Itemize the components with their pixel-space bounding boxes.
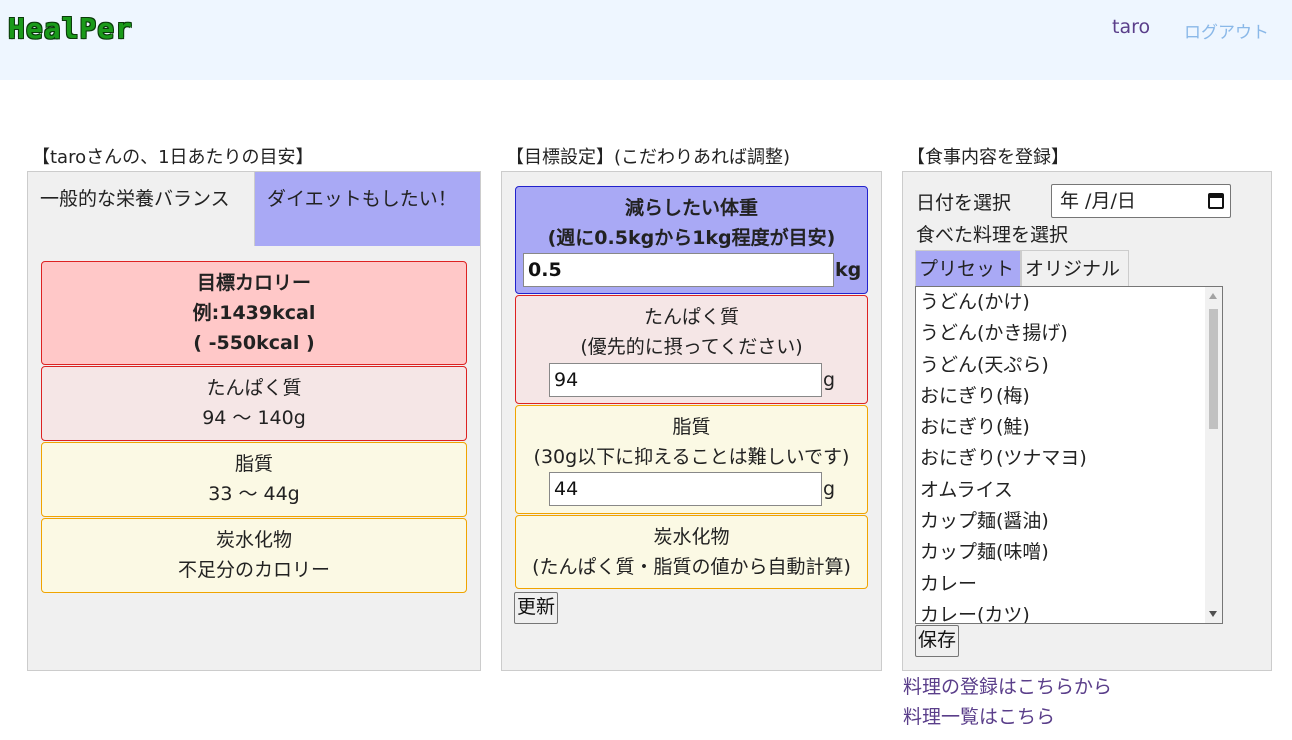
balance-tabs: 一般的な栄養バランス ダイエットもしたい！ — [28, 172, 480, 246]
fat-guide-title: 脂質 — [234, 453, 273, 475]
protein-goal-unit: g — [823, 369, 836, 391]
dish-list-scrollbar[interactable] — [1205, 287, 1222, 623]
app-logo[interactable]: HealPer — [8, 12, 133, 45]
save-button[interactable]: 保存 — [915, 625, 960, 657]
meal-register-panel: 日付を選択 年 /月/日 食べた料理を選択 プリセット オリジナル うどん(かけ… — [902, 171, 1272, 671]
date-label: 日付を選択 — [916, 192, 1012, 214]
fat-goal-note: (30g以下に抑えることは難しいです) — [533, 446, 850, 468]
logout-link[interactable]: ログアウト — [1184, 18, 1269, 43]
daily-guide-panel: 一般的な栄養バランス ダイエットもしたい！ 目標カロリー 例:1439kcal … — [27, 171, 481, 671]
fat-goal-unit: g — [823, 478, 836, 500]
fat-goal-title: 脂質 — [672, 416, 711, 438]
carb-goal-note: (たんぱく質・脂質の値から自動計算) — [532, 556, 851, 578]
protein-goal-note: (優先的に摂ってください) — [580, 336, 803, 358]
header-bar: HealPer taro ログアウト — [0, 0, 1292, 80]
carb-goal-title: 炭水化物 — [653, 526, 730, 548]
dish-option[interactable]: カレー(カツ) — [916, 600, 1222, 623]
tab-original[interactable]: オリジナル — [1021, 250, 1129, 288]
dish-option[interactable]: カップ麺(醤油) — [916, 506, 1222, 537]
tab-preset[interactable]: プリセット — [915, 250, 1021, 288]
register-dish-link[interactable]: 料理の登録はこちらから — [903, 672, 1112, 699]
tab-diet[interactable]: ダイエットもしたい！ — [255, 172, 480, 246]
target-calorie-diff: ( -550kcal ) — [193, 332, 315, 354]
daily-guide-title: 【taroさんの、1日あたりの目安】 — [32, 147, 314, 168]
protein-goal-input[interactable]: 94 — [549, 363, 822, 397]
goal-setting-panel: 減らしたい体重 (週に0.5kgから1kg程度が目安) 0.5 kg たんぱく質… — [501, 171, 882, 671]
protein-goal-title: たんぱく質 — [643, 306, 739, 328]
dish-option[interactable]: カレー — [916, 569, 1222, 600]
weight-loss-unit: kg — [835, 259, 862, 281]
carb-guide-box: 炭水化物 不足分のカロリー — [41, 518, 467, 593]
user-name-link[interactable]: taro — [1112, 16, 1150, 38]
dish-option[interactable]: うどん(天ぷら) — [916, 350, 1222, 381]
date-input[interactable]: 年 /月/日 — [1051, 184, 1231, 218]
fat-guide-range: 33 ～ 44g — [208, 483, 300, 505]
target-calorie-example: 例:1439kcal — [192, 302, 316, 324]
scroll-up-arrow-icon[interactable] — [1209, 293, 1217, 299]
carb-goal-box: 炭水化物 (たんぱく質・脂質の値から自動計算) — [515, 515, 868, 589]
dish-option[interactable]: うどん(かき揚げ) — [916, 318, 1222, 349]
date-placeholder: 年 /月/日 — [1060, 190, 1136, 212]
scroll-thumb[interactable] — [1209, 309, 1218, 429]
fat-goal-input[interactable]: 44 — [549, 472, 822, 506]
protein-guide-range: 94 ～ 140g — [202, 407, 306, 429]
dish-option[interactable]: オムライス — [916, 475, 1222, 506]
dish-label: 食べた料理を選択 — [916, 224, 1069, 246]
carb-guide-title: 炭水化物 — [215, 529, 292, 551]
goal-setting-title: 【目標設定】(こだわりあれば調整) — [506, 147, 791, 168]
dish-option[interactable]: おにぎり(鮭) — [916, 412, 1222, 443]
protein-guide-title: たんぱく質 — [206, 377, 302, 399]
target-calorie-title: 目標カロリー — [196, 272, 311, 294]
fat-guide-box: 脂質 33 ～ 44g — [41, 442, 467, 517]
update-button[interactable]: 更新 — [514, 592, 559, 624]
calendar-icon[interactable] — [1208, 193, 1224, 209]
dish-list-link[interactable]: 料理一覧はこちら — [903, 702, 1055, 729]
protein-guide-box: たんぱく質 94 ～ 140g — [41, 366, 467, 441]
weight-loss-note: (週に0.5kgから1kg程度が目安) — [547, 227, 836, 249]
dish-list: うどん(かけ) うどん(かき揚げ) うどん(天ぷら) おにぎり(梅) おにぎり(鮭) おに… — [916, 287, 1222, 623]
weight-loss-input[interactable]: 0.5 — [523, 253, 834, 287]
target-calorie-box: 目標カロリー 例:1439kcal ( -550kcal ) — [41, 261, 467, 365]
dish-option[interactable]: おにぎり(ツナマヨ) — [916, 443, 1222, 474]
tab-general-balance[interactable]: 一般的な栄養バランス — [28, 172, 255, 246]
carb-guide-note: 不足分のカロリー — [177, 559, 330, 581]
dish-listbox[interactable]: うどん(かけ) うどん(かき揚げ) うどん(天ぷら) おにぎり(梅) おにぎり(鮭) おに… — [915, 286, 1223, 624]
weight-loss-title: 減らしたい体重 — [624, 197, 758, 219]
dish-option[interactable]: うどん(かけ) — [916, 287, 1222, 318]
meal-register-title: 【食事内容を登録】 — [907, 147, 1069, 168]
dish-option[interactable]: おにぎり(梅) — [916, 381, 1222, 412]
dish-option[interactable]: カップ麺(味噌) — [916, 537, 1222, 568]
scroll-down-arrow-icon[interactable] — [1209, 611, 1217, 617]
